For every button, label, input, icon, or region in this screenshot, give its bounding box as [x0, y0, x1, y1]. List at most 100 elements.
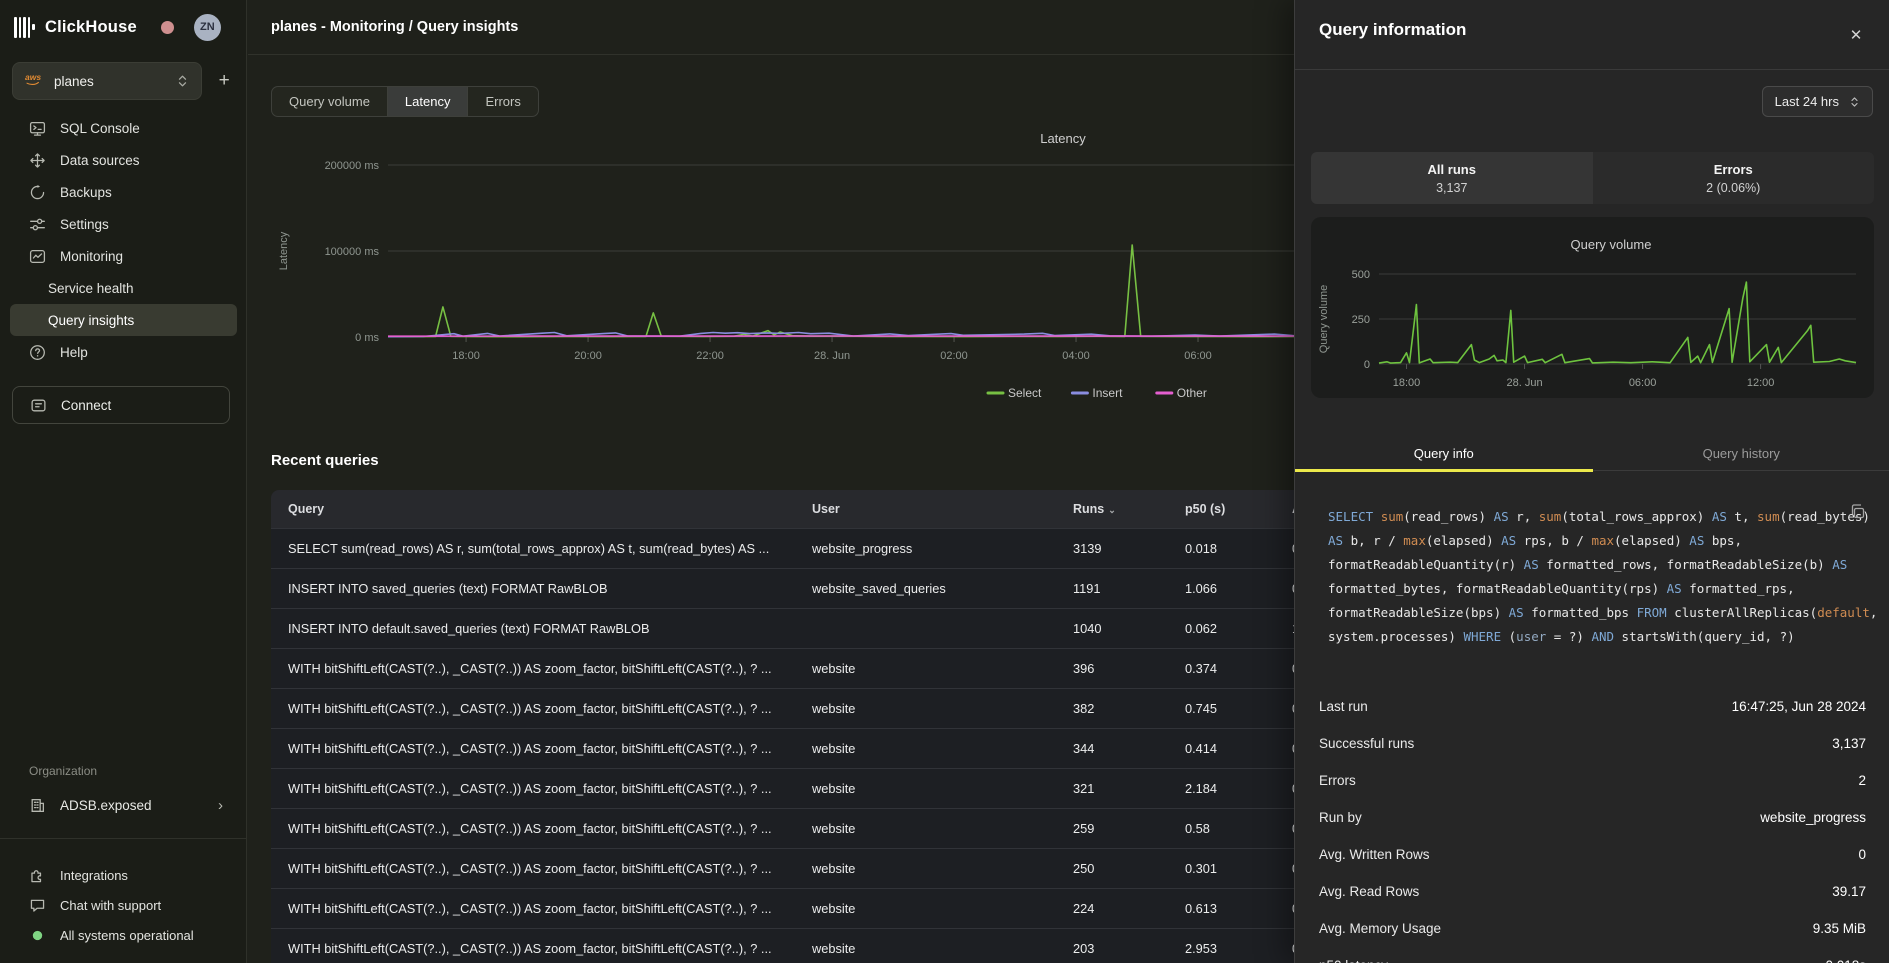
runs-cell: 203 — [1056, 928, 1168, 963]
user-cell: website — [795, 648, 1056, 688]
sql-console-icon — [29, 120, 46, 137]
sql-line: system.processes) WHERE (user = ?) AND s… — [1328, 625, 1868, 649]
sidebar-item-help[interactable]: Help — [10, 336, 237, 368]
svg-text:20:00: 20:00 — [574, 350, 602, 362]
svg-text:Query volume: Query volume — [1571, 237, 1652, 252]
user-cell: website — [795, 888, 1056, 928]
close-icon[interactable]: ✕ — [1843, 22, 1869, 48]
svg-text:500: 500 — [1352, 269, 1370, 281]
legend-item-other[interactable]: Other — [1157, 386, 1207, 400]
tab-query-volume[interactable]: Query volume — [272, 87, 388, 116]
query-row[interactable]: SELECT sum(read_rows) AS r, sum(total_ro… — [271, 528, 1356, 568]
integrations-icon — [29, 867, 46, 884]
sidebar-item-sql-console[interactable]: SQL Console — [10, 112, 237, 144]
query-text: WITH bitShiftLeft(CAST(?..), _CAST(?..))… — [271, 648, 795, 688]
connect-button[interactable]: Connect — [12, 386, 230, 424]
svg-text:18:00: 18:00 — [1393, 377, 1421, 389]
chevron-updown-icon — [176, 74, 189, 88]
connect-label: Connect — [61, 398, 111, 413]
p50-cell: 2.184 — [1168, 768, 1275, 808]
query-text: WITH bitShiftLeft(CAST(?..), _CAST(?..))… — [271, 688, 795, 728]
monitoring-icon — [29, 248, 46, 265]
info-tabs: Query info Query history — [1295, 437, 1889, 471]
copy-icon[interactable] — [1849, 503, 1867, 521]
runs-cell: 344 — [1056, 728, 1168, 768]
notification-dot — [161, 21, 174, 34]
stat-label: Errors — [1319, 773, 1356, 788]
time-range-select[interactable]: Last 24 hrs — [1762, 86, 1873, 117]
tab-errors[interactable]: Errors — [468, 87, 537, 116]
svg-text:Select: Select — [1008, 386, 1042, 400]
organization-name: ADSB.exposed — [60, 798, 152, 813]
p50-cell: 0.301 — [1168, 848, 1275, 888]
svg-text:22:00: 22:00 — [696, 350, 724, 362]
metric-tabs: Query volumeLatencyErrors — [271, 86, 539, 117]
organization-item[interactable]: ADSB.exposed › — [10, 789, 237, 821]
sidebar-footer: IntegrationsChat with support All systems… — [10, 860, 237, 950]
stat-value: 2 — [1858, 773, 1866, 788]
sidebar-item-chat-with-support[interactable]: Chat with support — [10, 890, 237, 920]
query-row[interactable]: WITH bitShiftLeft(CAST(?..), _CAST(?..))… — [271, 928, 1356, 963]
query-row[interactable]: WITH bitShiftLeft(CAST(?..), _CAST(?..))… — [271, 648, 1356, 688]
user-cell — [795, 608, 1056, 648]
sidebar-item-integrations[interactable]: Integrations — [10, 860, 237, 890]
tab-latency[interactable]: Latency — [388, 87, 469, 116]
sidebar-item-monitoring[interactable]: Monitoring — [10, 240, 237, 272]
query-row[interactable]: WITH bitShiftLeft(CAST(?..), _CAST(?..))… — [271, 688, 1356, 728]
svg-text:200000 ms: 200000 ms — [325, 160, 380, 172]
service-selector[interactable]: aws planes — [12, 62, 202, 100]
query-row[interactable]: WITH bitShiftLeft(CAST(?..), _CAST(?..))… — [271, 888, 1356, 928]
sidebar-item-all-systems-operational[interactable]: All systems operational — [10, 920, 237, 950]
sidebar-item-label: Data sources — [60, 153, 140, 168]
runs-cell: 224 — [1056, 888, 1168, 928]
query-text: WITH bitShiftLeft(CAST(?..), _CAST(?..))… — [271, 728, 795, 768]
p50-cell: 1.066 — [1168, 568, 1275, 608]
query-row[interactable]: INSERT INTO default.saved_queries (text)… — [271, 608, 1356, 648]
stat-value: 0 — [1858, 847, 1866, 862]
organization-icon — [29, 797, 46, 814]
stat-label: Last run — [1319, 699, 1368, 714]
runs-cell: 396 — [1056, 648, 1168, 688]
svg-text:Other: Other — [1177, 386, 1207, 400]
query-text: INSERT INTO default.saved_queries (text)… — [271, 608, 795, 648]
sidebar-item-label: SQL Console — [60, 121, 140, 136]
brand-name: ClickHouse — [45, 18, 137, 37]
sidebar-item-label: All systems operational — [60, 928, 194, 943]
runs-cell: 3139 — [1056, 528, 1168, 568]
svg-text:02:00: 02:00 — [940, 350, 968, 362]
svg-text:06:00: 06:00 — [1184, 350, 1212, 362]
legend-item-insert[interactable]: Insert — [1072, 386, 1123, 400]
sql-line: AS b, r / max(elapsed) AS rps, b / max(e… — [1328, 529, 1868, 553]
tab-query-info[interactable]: Query info — [1295, 437, 1593, 470]
column-header-runs[interactable]: Runs⌄ — [1056, 490, 1168, 528]
add-service-button[interactable]: + — [212, 70, 236, 92]
svg-text:Query volume: Query volume — [1318, 285, 1330, 353]
status-green-dot-icon — [29, 927, 46, 944]
panel-header: Query information ✕ — [1295, 0, 1889, 70]
sidebar-item-settings[interactable]: Settings — [10, 208, 237, 240]
sidebar-item-query-insights[interactable]: Query insights — [10, 304, 237, 336]
svg-text:18:00: 18:00 — [452, 350, 480, 362]
tab-query-history[interactable]: Query history — [1593, 437, 1889, 470]
query-row[interactable]: INSERT INTO saved_queries (text) FORMAT … — [271, 568, 1356, 608]
runs-cell: 250 — [1056, 848, 1168, 888]
query-row[interactable]: WITH bitShiftLeft(CAST(?..), _CAST(?..))… — [271, 728, 1356, 768]
query-row[interactable]: WITH bitShiftLeft(CAST(?..), _CAST(?..))… — [271, 768, 1356, 808]
query-row[interactable]: WITH bitShiftLeft(CAST(?..), _CAST(?..))… — [271, 848, 1356, 888]
sidebar-item-backups[interactable]: Backups — [10, 176, 237, 208]
legend-item-select[interactable]: Select — [988, 386, 1042, 400]
column-header-user: User — [795, 490, 1056, 528]
avatar[interactable]: ZN — [194, 14, 221, 41]
svg-text:04:00: 04:00 — [1062, 350, 1090, 362]
query-row[interactable]: WITH bitShiftLeft(CAST(?..), _CAST(?..))… — [271, 808, 1356, 848]
runs-cell: 259 — [1056, 808, 1168, 848]
query-information-panel: Query information ✕ Last 24 hrs All runs… — [1294, 0, 1889, 963]
sidebar-item-data-sources[interactable]: Data sources — [10, 144, 237, 176]
svg-text:28. Jun: 28. Jun — [814, 350, 850, 362]
sidebar-item-service-health[interactable]: Service health — [10, 272, 237, 304]
tab-all-runs[interactable]: All runs 3,137 — [1311, 152, 1593, 204]
stat-label: Avg. Written Rows — [1319, 847, 1430, 862]
aws-icon: aws — [25, 72, 43, 91]
sql-line: formatted_bytes, formatReadableQuantity(… — [1328, 577, 1868, 601]
tab-errors[interactable]: Errors 2 (0.06%) — [1593, 152, 1875, 204]
